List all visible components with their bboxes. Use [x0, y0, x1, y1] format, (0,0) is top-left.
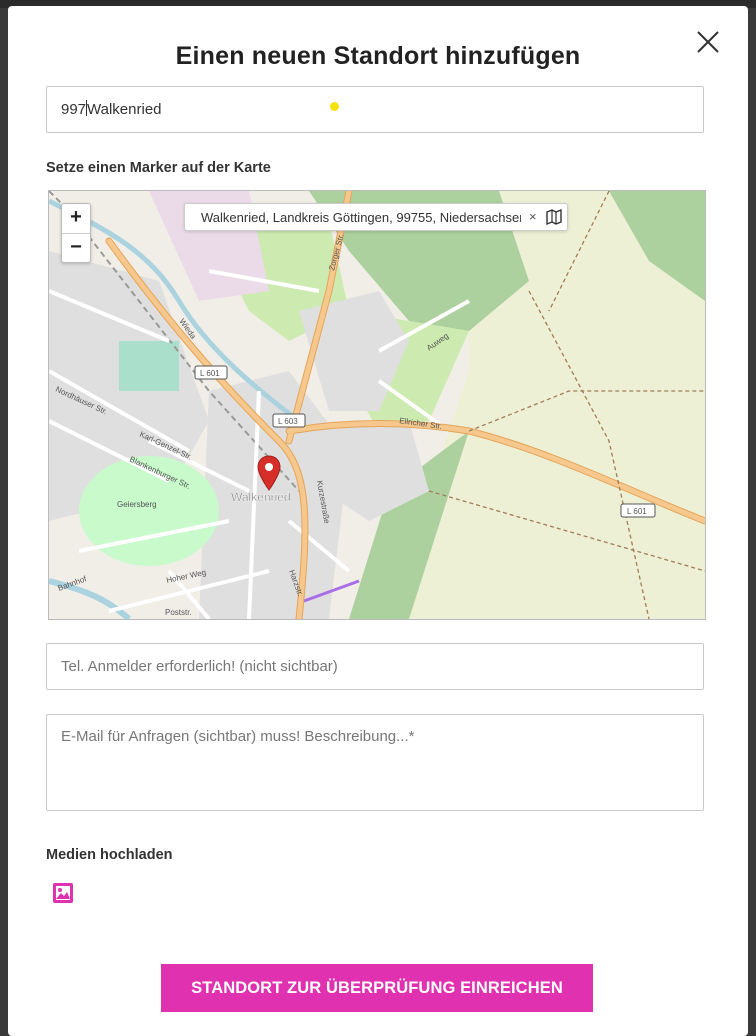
map-search-field[interactable]: Walkenried, Landkreis Göttingen, 99755, …	[184, 203, 568, 231]
map-tiles: L 601 L 603 L 601 Zorger Str. Ellricher …	[49, 191, 705, 619]
location-name-input[interactable]: 997Walkenried	[46, 86, 704, 133]
close-icon[interactable]	[694, 28, 722, 56]
map-book-icon[interactable]	[545, 208, 563, 226]
cursor-highlight-dot	[330, 102, 339, 111]
submit-location-button[interactable]: STANDORT ZUR ÜBERPRÜFUNG EINREICHEN	[161, 964, 593, 1012]
add-location-modal: Einen neuen Standort hinzufügen 997Walke…	[8, 6, 748, 1036]
place-label-walkenried: Walkenried	[231, 490, 291, 504]
road-label-l603: L 603	[278, 417, 298, 426]
road-label-l601: L 601	[200, 369, 220, 378]
map-marker-icon[interactable]	[257, 455, 281, 491]
location-name-value-rest: Walkenried	[87, 101, 162, 118]
email-description-field[interactable]: E-Mail für Anfragen (sichtbar) muss! Bes…	[46, 714, 704, 811]
location-name-value: 997	[61, 101, 87, 118]
modal-title: Einen neuen Standort hinzufügen	[175, 42, 581, 70]
road-label-l601-east: L 601	[627, 507, 647, 516]
phone-field[interactable]: Tel. Anmelder erforderlich! (nicht sicht…	[46, 643, 704, 690]
map-section-label: Setze einen Marker auf der Karte	[46, 160, 271, 176]
map-search-value: Walkenried, Landkreis Göttingen, 99755, …	[201, 210, 521, 225]
zoom-in-button[interactable]: +	[62, 204, 90, 234]
search-clear-icon[interactable]: ×	[529, 209, 537, 224]
image-upload-icon[interactable]	[52, 882, 74, 904]
zoom-out-button[interactable]: −	[62, 234, 90, 263]
media-upload-label: Medien hochladen	[46, 847, 173, 863]
location-map[interactable]: L 601 L 603 L 601 Zorger Str. Ellricher …	[48, 190, 706, 620]
street-label-poststr: Poststr.	[165, 608, 192, 617]
zoom-control: + −	[61, 203, 91, 263]
place-label-geiersberg: Geiersberg	[117, 500, 157, 509]
